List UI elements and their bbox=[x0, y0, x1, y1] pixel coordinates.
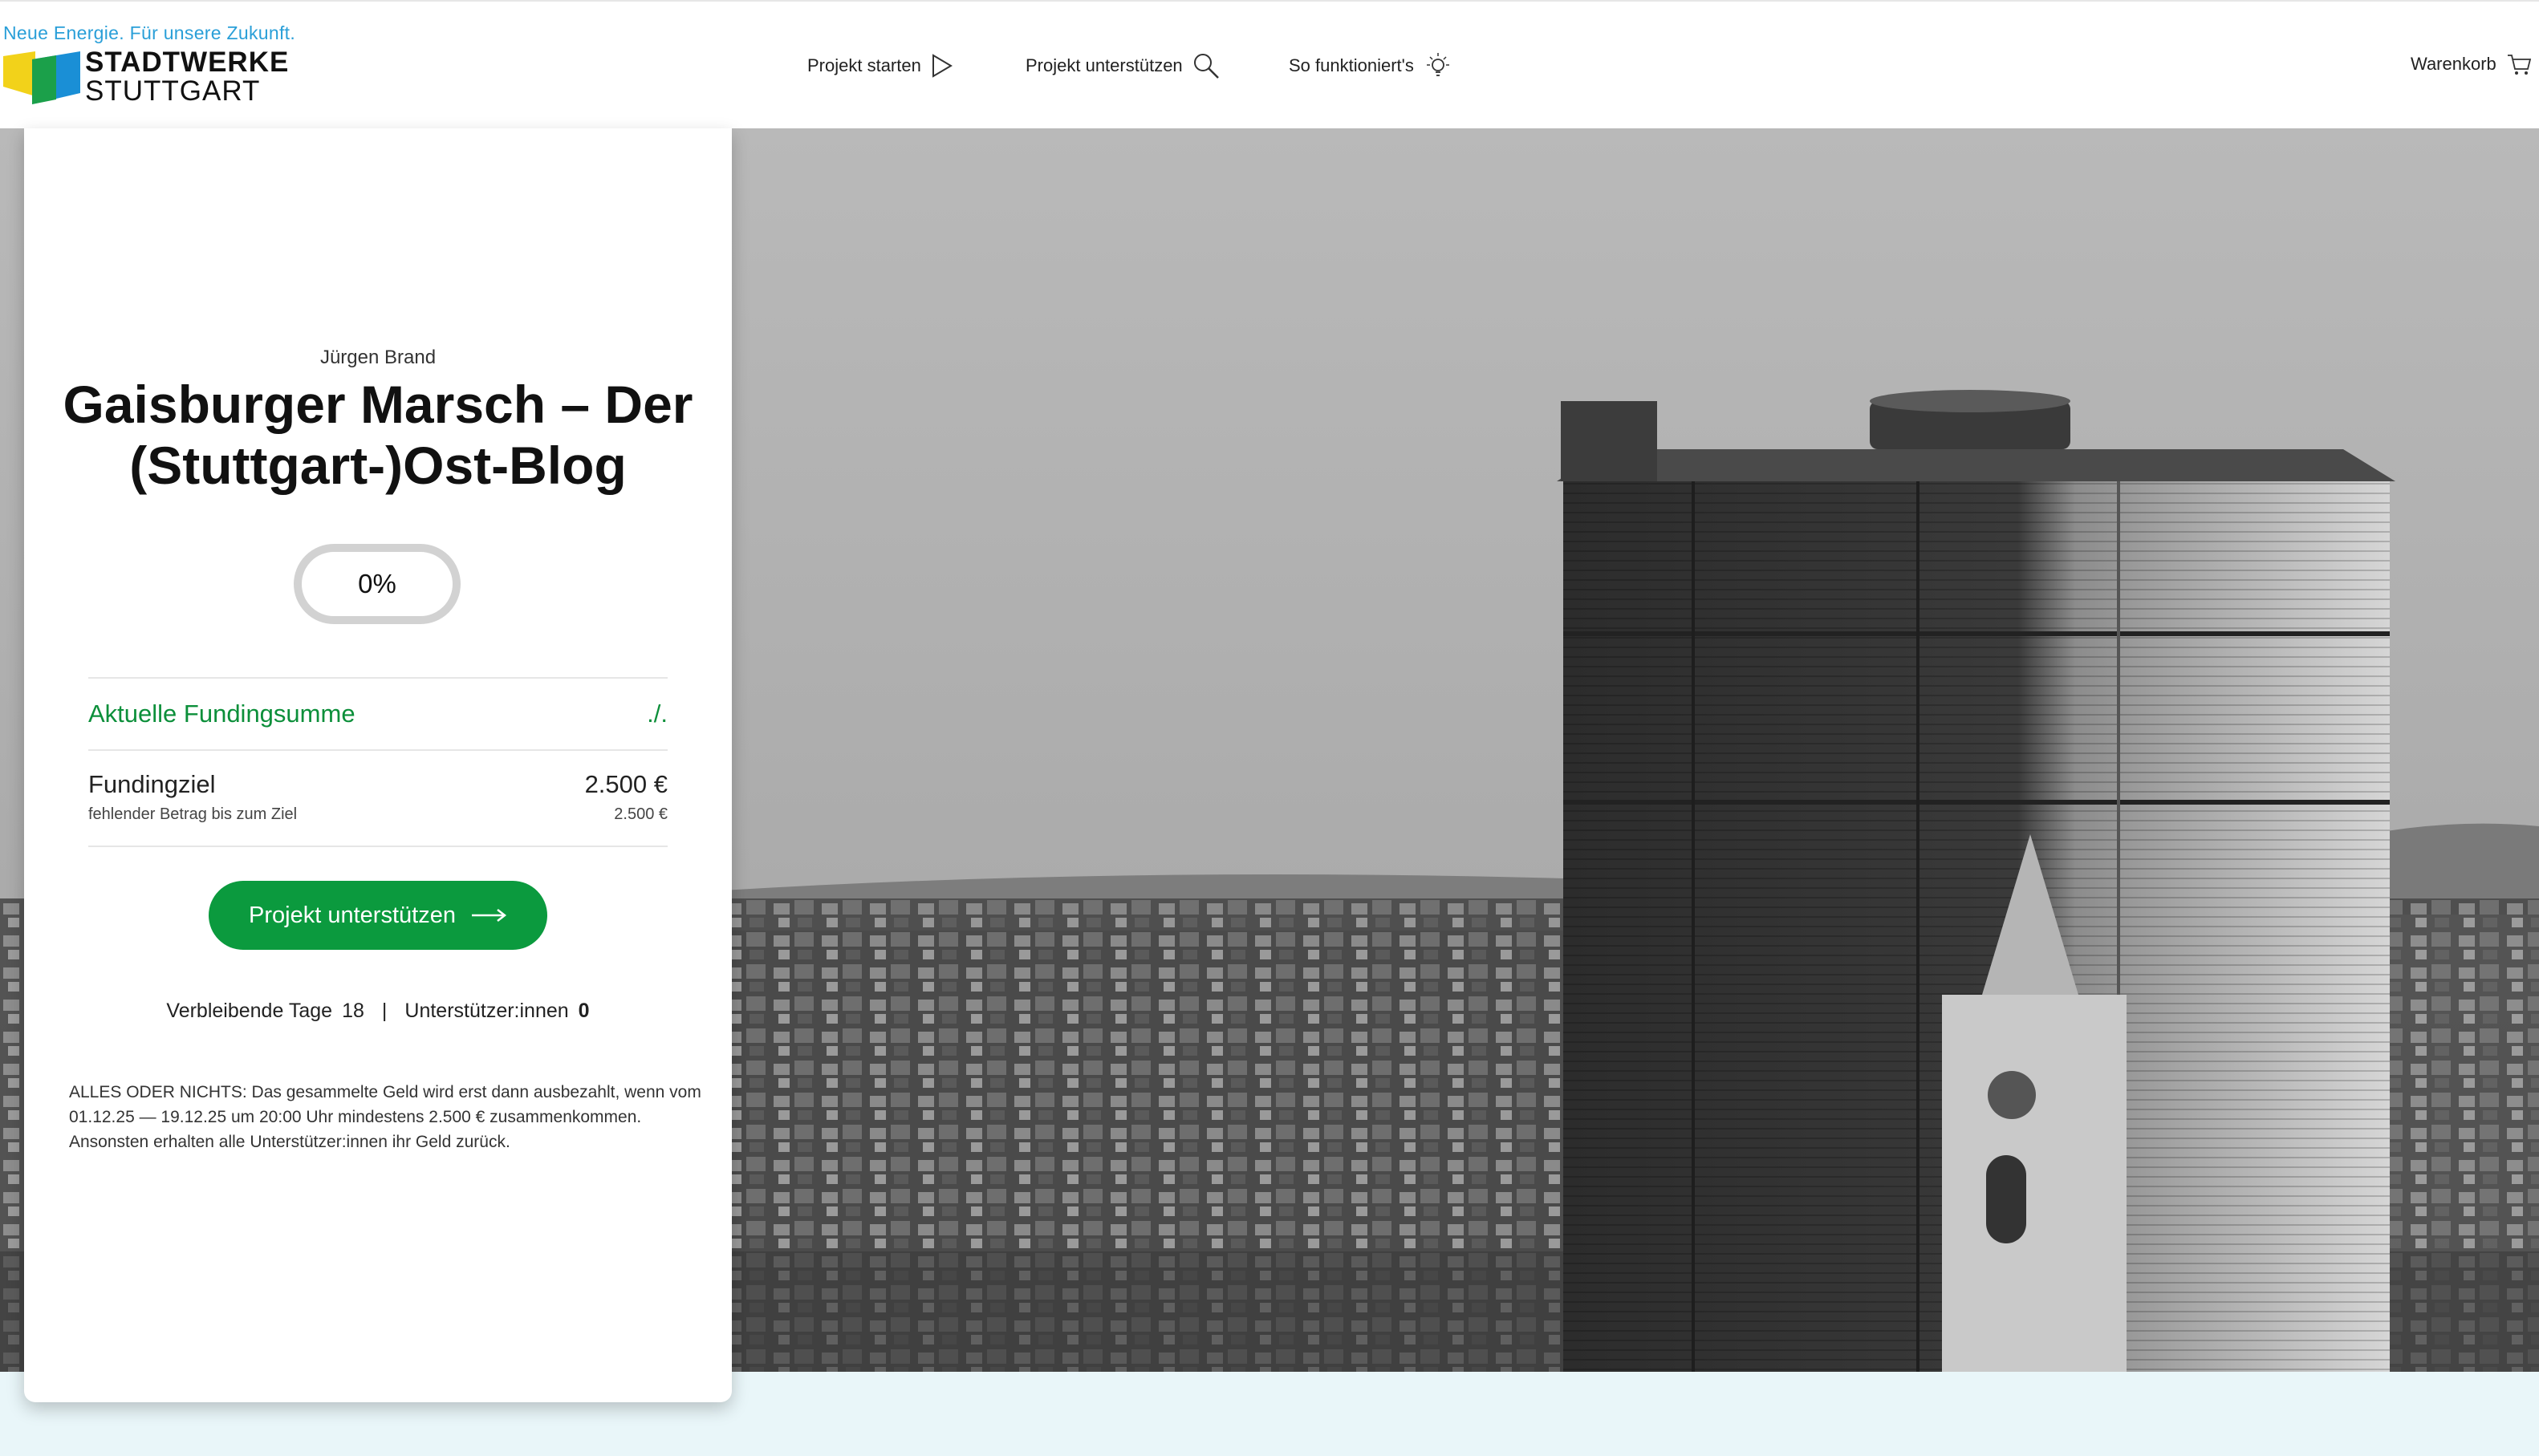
nav-projekt-starten-label: Projekt starten bbox=[807, 55, 921, 75]
nav-warenkorb[interactable]: Warenkorb bbox=[2411, 48, 2532, 80]
missing-amount-value: 2.500 € bbox=[614, 805, 668, 823]
nav-so-funktionierts-label: So funktioniert's bbox=[1289, 55, 1414, 75]
project-title: Gaisburger Marsch – Der (Stuttgart-)Ost-… bbox=[63, 375, 693, 495]
lightbulb-icon bbox=[1426, 53, 1449, 76]
support-project-button-label: Projekt unterstützen bbox=[249, 902, 456, 928]
logo-wordmark: STADTWERKE STUTTGART bbox=[85, 48, 289, 106]
missing-amount-label: fehlender Betrag bis zum Ziel bbox=[88, 805, 298, 823]
nav-so-funktionierts[interactable]: So funktioniert's bbox=[1289, 50, 1452, 82]
current-funding-row: Aktuelle Fundingsumme ./. bbox=[88, 677, 668, 749]
nav-warenkorb-label: Warenkorb bbox=[2411, 54, 2496, 74]
play-icon bbox=[932, 54, 953, 78]
funding-goal-label: Fundingziel bbox=[88, 770, 216, 798]
nav-projekt-unterstuetzen[interactable]: Projekt unterstützen bbox=[1026, 50, 1220, 82]
supporters-label: Unterstützer:innen bbox=[404, 1000, 569, 1022]
remaining-days-label: Verbleibende Tage bbox=[166, 1000, 333, 1022]
project-stats: Verbleibende Tage 18 | Unterstützer:innen 0 bbox=[24, 1000, 732, 1023]
progress-indicator: 0% bbox=[294, 544, 461, 624]
current-funding-label: Aktuelle Fundingsumme bbox=[88, 700, 355, 728]
arrow-right-icon bbox=[471, 909, 506, 922]
search-icon bbox=[1193, 54, 1219, 79]
all-or-nothing-note: ALLES ODER NICHTS: Das gesammelte Geld w… bbox=[69, 1083, 701, 1151]
nav-projekt-unterstuetzen-label: Projekt unterstützen bbox=[1026, 55, 1183, 75]
site-logo[interactable]: Neue Energie. Für unsere Zukunft. STADTW… bbox=[2, 22, 307, 111]
project-card: Jürgen Brand Gaisburger Marsch – Der (St… bbox=[24, 128, 732, 1402]
funding-goal-value: 2.500 € bbox=[584, 770, 668, 798]
remaining-days-value: 18 bbox=[342, 1000, 364, 1022]
cart-icon bbox=[2507, 55, 2531, 75]
logo-tagline: Neue Energie. Für unsere Zukunft. bbox=[3, 22, 296, 43]
funding-goal-row: Fundingziel 2.500 € fehlender Betrag bis… bbox=[88, 749, 668, 847]
stats-separator: | bbox=[381, 1000, 388, 1022]
project-author[interactable]: Jürgen Brand bbox=[24, 347, 732, 369]
support-project-button[interactable]: Projekt unterstützen bbox=[209, 881, 547, 950]
logo-line-1: STADTWERKE bbox=[85, 47, 290, 78]
progress-percent: 0% bbox=[358, 569, 396, 598]
logo-line-2: STUTTGART bbox=[85, 75, 261, 107]
nav-projekt-starten[interactable]: Projekt starten bbox=[807, 50, 953, 82]
logo-mark-icon bbox=[3, 51, 80, 104]
site-header: Neue Energie. Für unsere Zukunft. STADTW… bbox=[0, 0, 2539, 128]
supporters-value: 0 bbox=[578, 1000, 590, 1022]
current-funding-value: ./. bbox=[647, 700, 668, 728]
